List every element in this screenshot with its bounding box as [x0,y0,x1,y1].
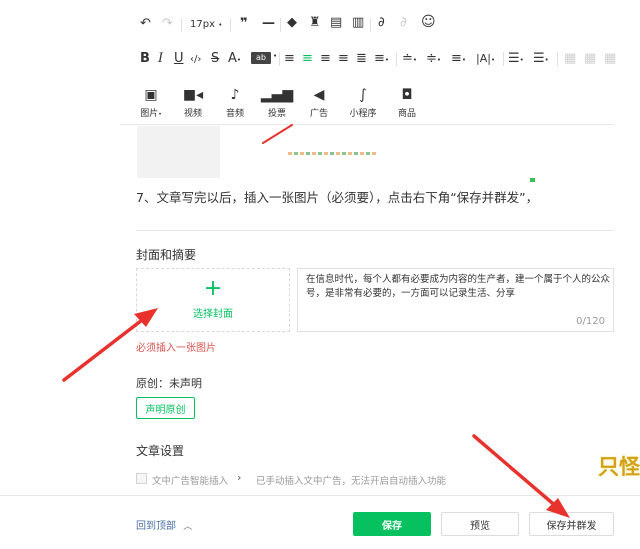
arrow-top [262,124,293,144]
annotation-arrows [62,124,570,518]
arrow-to-cover [62,308,158,382]
arrow-to-save-send [472,434,570,518]
